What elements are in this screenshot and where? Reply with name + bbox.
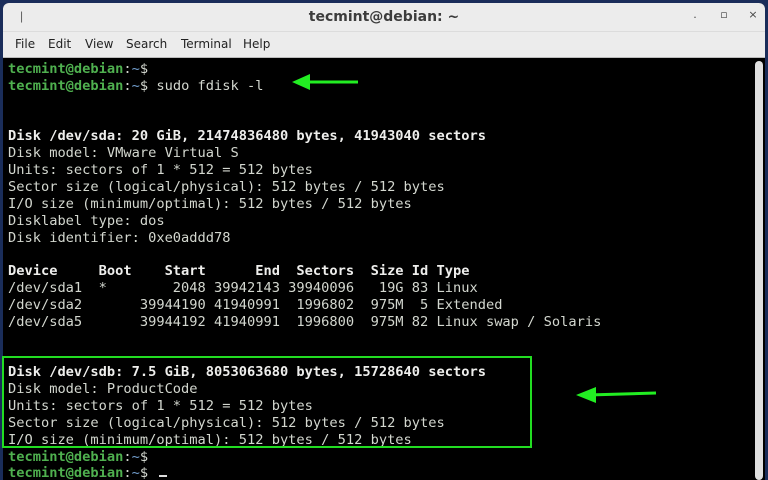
output-text: : <box>123 465 132 480</box>
terminal-line: Disk model: VMware Virtual S <box>8 145 239 162</box>
prompt-user-host: tecmint@debian <box>8 61 124 77</box>
terminal-line: tecmint@debian:~$ <box>8 61 148 78</box>
terminal-line: tecmint@debian:~$ <box>8 465 148 480</box>
terminal-line: Units: sectors of 1 * 512 = 512 bytes <box>8 162 313 179</box>
output-text: I/O size (minimum/optimal): 512 bytes / … <box>8 195 412 212</box>
terminal-line: tecmint@debian:~$ sudo fdisk -l <box>8 78 263 95</box>
prompt-user-host: tecmint@debian <box>8 465 124 480</box>
arrow-icon <box>576 387 657 403</box>
output-text: /dev/sda1 * 2048 39942143 39940096 19G 8… <box>8 280 478 297</box>
menu-edit[interactable]: Edit <box>48 37 71 51</box>
output-text: $ sudo fdisk -l <box>139 77 264 94</box>
terminal-line: /dev/sda5 39944192 41940991 1996800 975M… <box>8 314 601 331</box>
close-icon[interactable]: × <box>746 8 760 21</box>
terminal-line: /dev/sda2 39944190 41940991 1996802 975M… <box>8 297 502 314</box>
output-text: : <box>123 61 132 77</box>
output-text: : <box>123 448 132 465</box>
terminal-line: tecmint@debian:~$ <box>8 449 148 466</box>
maximize-icon[interactable]: ▫ <box>717 8 731 21</box>
menu-view[interactable]: View <box>85 37 113 51</box>
output-text: /dev/sda2 39944190 41940991 1996802 975M… <box>8 296 503 313</box>
window-title: tecmint@debian: ~ <box>308 9 460 25</box>
output-text: Units: sectors of 1 * 512 = 512 bytes <box>8 162 313 179</box>
prompt-user-host: tecmint@debian <box>8 77 124 94</box>
output-text: Sector size (logical/physical): 512 byte… <box>8 178 445 195</box>
output-text: : <box>123 77 132 94</box>
prompt-path: ~ <box>131 61 140 77</box>
menu-search[interactable]: Search <box>126 37 167 51</box>
output-text: $ <box>139 61 149 77</box>
terminal-line: Device Boot Start End Sectors Size Id Ty… <box>8 263 469 280</box>
terminal-line: Disk /dev/sda: 20 GiB, 21474836480 bytes… <box>8 128 486 145</box>
title-bar: ❘ tecmint@debian: ~ . ▫ × <box>3 3 765 32</box>
prompt-path: ~ <box>131 465 140 480</box>
menu-file[interactable]: File <box>15 37 35 51</box>
output-text: Disk model: VMware Virtual S <box>8 145 239 162</box>
output-text: $ <box>139 448 149 465</box>
bold-output-text: Disk /dev/sda: 20 GiB, 21474836480 bytes… <box>8 128 486 145</box>
terminal-line: Disk identifier: 0xe0addd78 <box>8 230 231 247</box>
output-text: Disklabel type: dos <box>8 212 165 229</box>
terminal-line: Disklabel type: dos <box>8 213 165 230</box>
prompt-path: ~ <box>131 448 140 465</box>
prompt-path: ~ <box>131 77 140 94</box>
minimize-icon[interactable]: . <box>688 8 702 21</box>
arrow-icon <box>292 74 358 90</box>
menu-terminal[interactable]: Terminal <box>181 37 232 51</box>
output-text: Disk identifier: 0xe0addd78 <box>8 229 231 246</box>
prompt-user-host: tecmint@debian <box>8 448 124 465</box>
terminal-line: I/O size (minimum/optimal): 512 bytes / … <box>8 196 412 213</box>
menu-bar: File Edit View Search Terminal Help <box>3 32 765 58</box>
output-text: $ <box>139 465 149 480</box>
terminal-line: /dev/sda1 * 2048 39942143 39940096 19G 8… <box>8 280 478 297</box>
menu-help[interactable]: Help <box>243 37 270 51</box>
terminal-line: Sector size (logical/physical): 512 byte… <box>8 179 445 196</box>
text-cursor <box>159 475 167 477</box>
output-text: /dev/sda5 39944192 41940991 1996800 975M… <box>8 313 602 330</box>
bold-output-text: Device Boot Start End Sectors Size Id Ty… <box>8 263 470 280</box>
highlight-box-sdb <box>2 356 532 448</box>
scrollbar[interactable] <box>755 61 763 480</box>
